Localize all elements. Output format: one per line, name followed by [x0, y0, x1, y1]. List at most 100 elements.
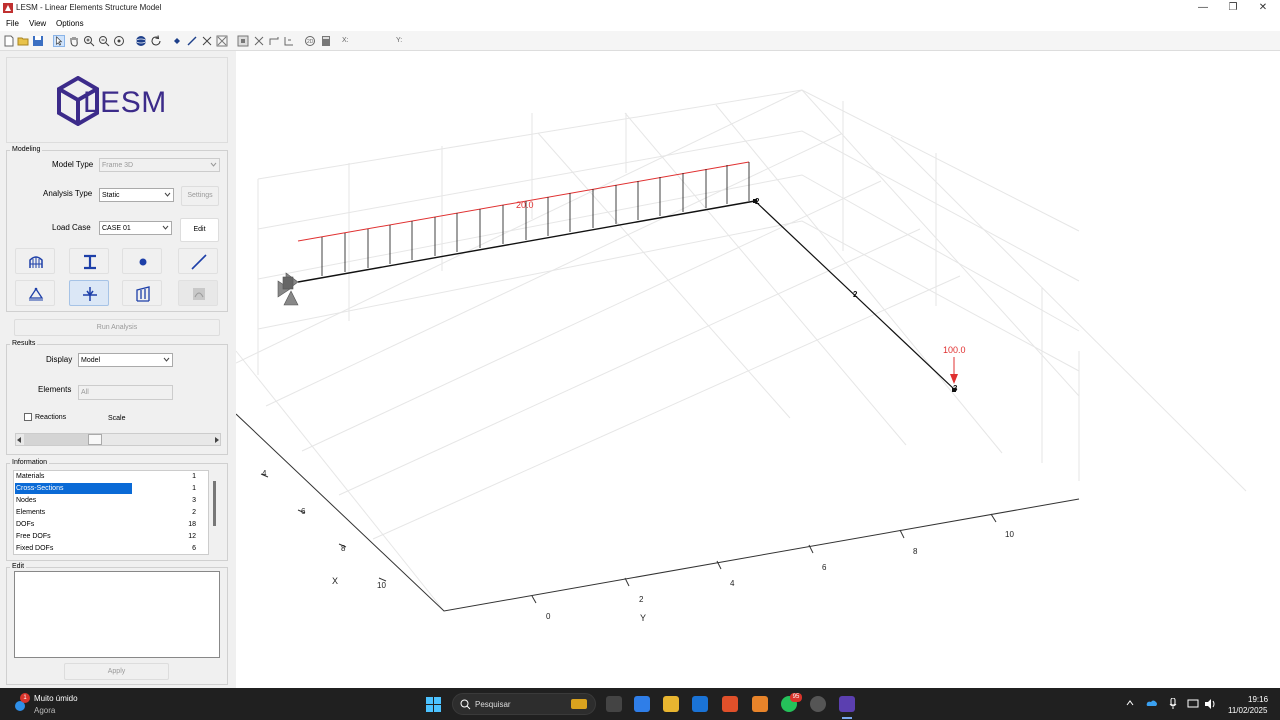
y-axis-label: Y: [640, 613, 646, 623]
distributed-load-button[interactable]: [122, 280, 162, 306]
new-file-icon[interactable]: [3, 35, 15, 47]
info-value: 2: [192, 509, 196, 516]
file-explorer-icon[interactable]: [663, 696, 679, 712]
elements-input[interactable]: All: [78, 385, 173, 400]
analysis-type-select[interactable]: Static: [99, 188, 174, 202]
info-row-free-dofs[interactable]: Free DOFs 12: [14, 531, 210, 543]
load-case-select[interactable]: CASE 01: [99, 221, 172, 235]
calculator-icon[interactable]: [320, 35, 332, 47]
settings-button[interactable]: Settings: [181, 186, 219, 206]
volume-icon[interactable]: [1204, 698, 1216, 710]
info-row-fixed-dofs[interactable]: Fixed DOFs 6: [14, 543, 210, 555]
node-tool-icon[interactable]: [171, 35, 183, 47]
chevron-left-icon[interactable]: [17, 437, 22, 443]
nodal-load-button[interactable]: [69, 280, 109, 306]
search-placeholder: Pesquisar: [475, 700, 511, 709]
analysis-type-label: Analysis Type: [43, 189, 93, 198]
maximize-button[interactable]: ❐: [1226, 1, 1240, 14]
grid-snap-icon[interactable]: [237, 35, 249, 47]
y-tick-label: 4: [730, 579, 735, 588]
clock-app-icon[interactable]: [810, 696, 826, 712]
reactions-checkbox[interactable]: [24, 413, 32, 421]
info-row-nodes[interactable]: Nodes 3: [14, 495, 210, 507]
display-value: Model: [81, 357, 101, 364]
chevron-right-icon[interactable]: [214, 437, 219, 443]
lesm-taskbar-icon[interactable]: [839, 696, 855, 712]
save-icon[interactable]: [32, 35, 44, 47]
delete-icon[interactable]: [201, 35, 213, 47]
network-icon[interactable]: [1187, 698, 1199, 710]
scrollbar-thumb[interactable]: [213, 481, 216, 526]
model-plot[interactable]: 20.0 100.0 2 2 3 4 6 8 10 0 2 4 6 8 10 X…: [235, 51, 1280, 688]
clock-time[interactable]: 19:16: [1248, 695, 1268, 704]
pan-hand-icon[interactable]: [68, 35, 80, 47]
apply-button[interactable]: Apply: [64, 663, 169, 680]
chevron-down-icon: [164, 192, 171, 197]
dimension-icon[interactable]: [283, 35, 295, 47]
toolbar: 2D X: Y:: [0, 31, 1280, 51]
chevron-down-icon: [162, 225, 169, 230]
select-cursor-icon[interactable]: [53, 35, 65, 47]
coord-x-label: X:: [342, 37, 349, 44]
material-button[interactable]: [15, 248, 55, 274]
zoom-in-icon[interactable]: [83, 35, 95, 47]
element-button[interactable]: [178, 248, 218, 274]
distributed-load-icon: [136, 286, 150, 302]
menu-file[interactable]: File: [6, 19, 19, 28]
nodal-load-icon: [83, 287, 97, 301]
microphone-icon[interactable]: [1169, 698, 1177, 710]
modeling-group: Modeling Model Type Frame 3D Analysis Ty…: [6, 146, 228, 312]
minimize-button[interactable]: —: [1196, 1, 1210, 14]
clock-date[interactable]: 11/02/2025: [1228, 706, 1267, 715]
task-view-icon[interactable]: [606, 696, 622, 712]
refresh-icon[interactable]: [150, 35, 162, 47]
temperature-button[interactable]: [178, 280, 218, 306]
close-button[interactable]: ✕: [1256, 1, 1270, 14]
info-row-dofs[interactable]: DOFs 18: [14, 519, 210, 531]
model-canvas[interactable]: 20.0 100.0 2 2 3 4 6 8 10 0 2 4 6 8 10 X…: [235, 51, 1280, 688]
cross-section-button[interactable]: [69, 248, 109, 274]
display-select[interactable]: Model: [78, 353, 173, 367]
info-row-elements[interactable]: Elements 2: [14, 507, 210, 519]
taskbar-search[interactable]: Pesquisar: [452, 693, 596, 715]
info-row-cross-sections[interactable]: Cross-Sections 1: [14, 483, 210, 495]
model-type-select[interactable]: Frame 3D: [99, 158, 220, 172]
information-table: Materials 1 Cross-Sections 1 Nodes 3 Elemen…: [13, 470, 217, 556]
copilot-icon[interactable]: [634, 696, 650, 712]
menu-options[interactable]: Options: [56, 19, 84, 28]
info-scrollbar[interactable]: [212, 471, 217, 556]
delete-all-icon[interactable]: [216, 35, 228, 47]
settings-2d-icon[interactable]: 2D: [304, 35, 316, 47]
node-button[interactable]: [122, 248, 162, 274]
x-tick-label: 8: [341, 544, 346, 553]
element-tool-icon[interactable]: [186, 35, 198, 47]
edit-load-case-button[interactable]: Edit: [180, 218, 219, 242]
zoom-out-icon[interactable]: [98, 35, 110, 47]
coord-y-label: Y:: [396, 37, 403, 44]
slider-thumb[interactable]: [88, 434, 102, 445]
x-tick-label: 10: [377, 581, 386, 590]
run-analysis-button[interactable]: Run Analysis: [14, 319, 220, 336]
rotate-3d-icon[interactable]: [135, 35, 147, 47]
info-row-materials[interactable]: Materials 1: [14, 471, 210, 483]
chevron-up-icon[interactable]: [1126, 700, 1134, 706]
info-value: 3: [192, 497, 196, 504]
y-tick-label: 0: [546, 612, 551, 621]
x-tick-label: 4: [262, 469, 267, 478]
zoom-extents-icon[interactable]: [113, 35, 125, 47]
ortho-icon[interactable]: [268, 35, 280, 47]
menu-view[interactable]: View: [29, 19, 46, 28]
info-key: Free DOFs: [16, 533, 51, 540]
weather-title: Muito úmido: [34, 694, 78, 703]
scale-slider[interactable]: [15, 433, 221, 446]
open-folder-icon[interactable]: [17, 35, 29, 47]
support-button[interactable]: [15, 280, 55, 306]
windows-start-icon[interactable]: [426, 697, 441, 712]
cross-icon[interactable]: [253, 35, 265, 47]
logo-area: LESM: [6, 57, 228, 143]
onedrive-cloud-icon[interactable]: [1146, 699, 1158, 707]
app-b-icon[interactable]: [752, 696, 768, 712]
brave-browser-icon[interactable]: [722, 696, 738, 712]
edit-text-area[interactable]: [14, 571, 220, 658]
store-icon[interactable]: [692, 696, 708, 712]
